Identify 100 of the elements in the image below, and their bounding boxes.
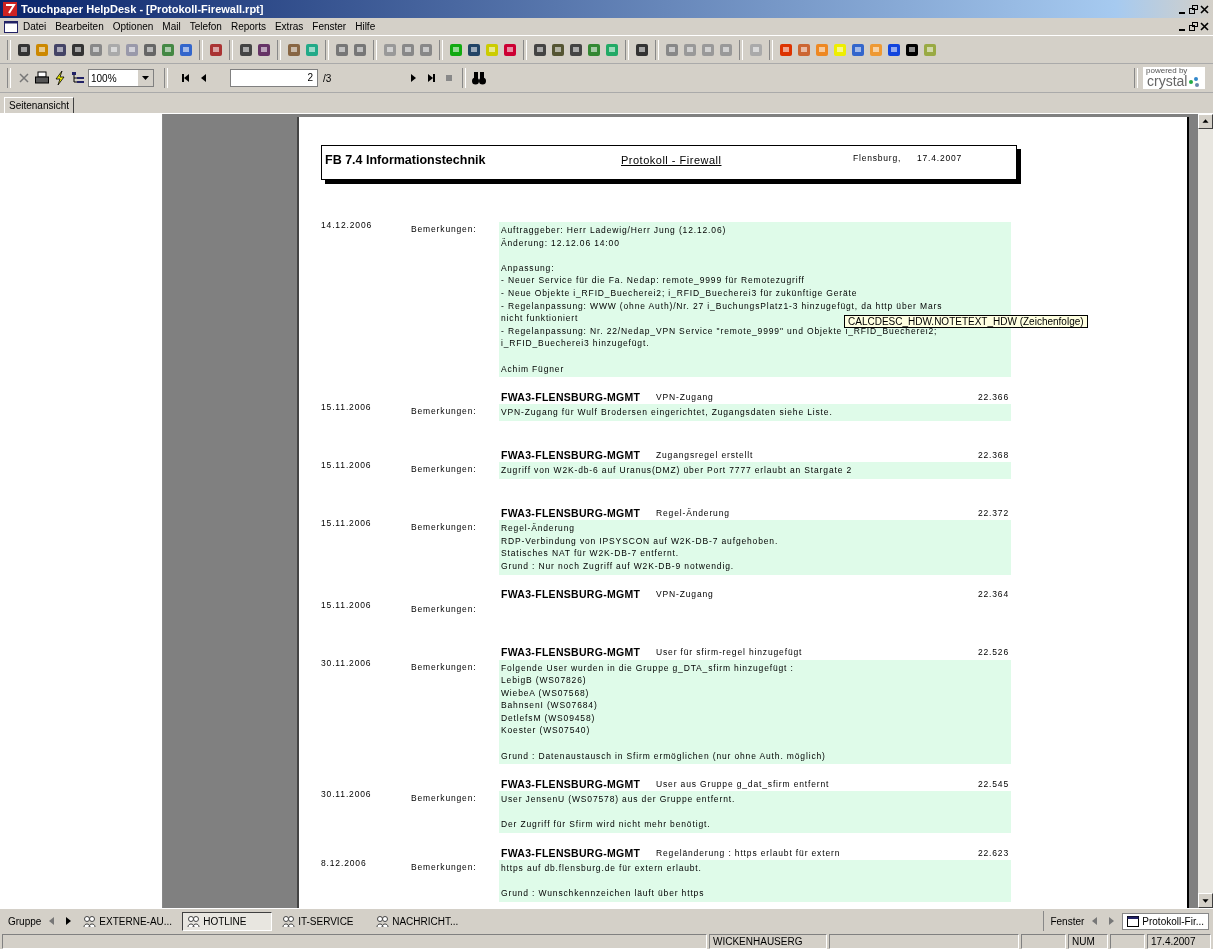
remarks-line: - Regelanpassung: Nr. 22/Nedap_VPN Service "remote_9999" und Objekte i_RFID_Buecherei2; [501,325,938,338]
field-tooltip: CALCDESC_HDW.NOTETEXT_HDW (Zeichenfolge) [844,315,1088,328]
remarks-line: Achim Fügner [501,362,565,376]
remarks-line: Statisches NAT für W2K-DB-7 entfernt. [501,547,680,560]
window-label: Fenster [1050,915,1085,927]
remarks-line: RDP-Verbindung von IPSYSCON auf W2K-DB-7 aufgehoben. [501,534,779,548]
remarks-line: Auftraggeber: Herr Ladewig/Herr Jung (12.12.06) [501,224,727,237]
report-date: 17.4.2007 [917,153,963,163]
entry-number: 22.545 [977,778,1009,789]
group-tab[interactable]: HOTLINE [182,911,273,931]
entry-date: 15.11.2006 [321,599,373,610]
remarks-line: https auf db.flensburg.de für extern erlaubt. [501,862,702,875]
group-tab[interactable]: NACHRICHT... [372,912,463,930]
entry-date: 15.11.2006 [321,518,373,529]
entry-date: 15.11.2006 [321,460,373,471]
menu-item[interactable]: Datei [19,21,51,32]
remarks-label: Bemerkungen: [411,862,478,873]
app-icon [3,2,17,16]
close-icon[interactable] [1200,22,1209,31]
report-place: Flensburg, [853,153,903,163]
remarks-line: Änderung: 12.12.06 14:00 [501,236,620,250]
host-name: FWA3-FLENSBURG-MGMT [501,846,642,859]
tool-icon[interactable] [532,41,548,58]
scroll-down-icon[interactable] [1198,893,1213,908]
people-icon [83,914,97,928]
binoculars-icon[interactable] [471,70,487,86]
restore-icon[interactable] [1189,22,1198,31]
entry-number: 22.366 [977,391,1009,402]
group-tab[interactable]: IT-SERVICE [278,912,367,930]
restore-icon[interactable] [1189,4,1198,14]
page-count: /3 [322,72,333,84]
tool-icon[interactable] [466,41,482,58]
lightning-icon[interactable] [52,70,68,86]
status-user: WICKENHAUSERG [709,934,827,949]
printer-icon[interactable] [34,70,50,86]
crystal-logo: powered by crystal [1143,67,1205,89]
entry-date: 15.11.2006 [321,402,373,413]
tree-icon[interactable] [70,70,86,86]
tool-icon[interactable] [52,41,68,58]
menu-item[interactable]: Hilfe [351,21,380,32]
zoom-dropdown[interactable]: 100% [88,69,154,87]
remarks-line: Grund : Datenaustausch in Sfirm ermöglichen (nur ohne Auth. möglich) [501,749,826,763]
view-tab[interactable]: Seitenansicht [4,97,75,113]
remarks-line: Anpassung: [501,261,555,275]
scroll-up-icon[interactable] [1198,114,1213,129]
tool-icon[interactable] [568,41,584,58]
entry-date: 8.12.2006 [321,858,368,869]
tool-icon[interactable] [70,41,86,58]
menu-item[interactable]: Extras [270,21,308,32]
report-title: Protokoll - Firewall [621,153,723,166]
remarks-line: - Neue Objekte i_RFID_Buecherei2; i_RFID_Buecherei3 für zukünftige Geräte [501,286,858,300]
entry-number: 22.364 [977,589,1009,599]
group-tab[interactable]: EXTERNE-AU... [79,912,177,930]
entry-topic: VPN-Zugang [656,589,715,599]
remarks-label: Bemerkungen: [411,793,478,804]
remarks-line: DetlefsM (WS09458) [501,711,596,725]
remarks-line: i_RFID_Buecherei3 hinzugefügt. [501,337,650,350]
group-label: Gruppe [8,915,42,927]
entry-topic: User für sfirm-regel hinzugefügt [656,647,804,657]
host-name: FWA3-FLENSBURG-MGMT [501,448,642,461]
window-icon [1127,915,1140,927]
entry-topic: VPN-Zugang [656,391,715,402]
caret-icon [142,76,149,80]
entry-date: 30.11.2006 [321,657,373,668]
remarks-line: Grund : Nur noch Zugriff auf W2K-DB-9 notwendig. [501,559,734,573]
entry-topic: Regel-Änderung [656,507,731,518]
entry-number: 22.623 [977,847,1009,858]
window-tab[interactable]: Protokoll-Fir... [1122,912,1209,930]
tool-icon[interactable] [904,41,920,58]
remarks-label: Bemerkungen: [411,224,478,234]
remarks-line: LebigB (WS07826) [501,674,587,687]
remarks-label: Bemerkungen: [411,661,478,672]
menu-item[interactable]: Reports [226,21,270,32]
tool-icon[interactable] [634,41,650,58]
remarks-line: VPN-Zugang für Wulf Brodersen eingerichtet, Zugangsdaten siehe Liste. [501,406,833,419]
host-name: FWA3-FLENSBURG-MGMT [501,646,642,658]
entry-number: 22.372 [977,507,1009,518]
menu-item[interactable]: Telefon [185,21,226,32]
remarks-line: Regel-Änderung [501,522,575,535]
remarks-line: Grund : Wunschkennzeichen läuft über https [501,887,705,900]
entry-date: 30.11.2006 [321,789,373,800]
document-icon [4,20,18,33]
remarks-line: WiebeA (WS07568) [501,686,590,700]
menu-item[interactable]: Bearbeiten [51,21,108,32]
remarks-line: Der Zugriff für Sfirm wird nicht mehr benötigt. [501,818,711,832]
remarks-line: Folgende User wurden in die Gruppe g_DTA_sfirm hinzugefügt : [501,661,794,675]
remarks-line: - Neuer Service für die Fa. Nedap: remote_9999 für Remotezugriff [501,274,805,287]
menu-item[interactable]: Mail [158,21,185,32]
people-icon [376,914,390,928]
remarks-line: BahnsenI (WS07684) [501,699,598,712]
tool-icon[interactable] [238,41,254,58]
tool-icon[interactable] [256,41,272,58]
vertical-scrollbar[interactable] [1198,114,1213,908]
menu-item[interactable]: Fenster [308,21,351,32]
tool-icon[interactable] [16,41,32,58]
menu-item[interactable]: Optionen [108,21,158,32]
entry-topic: Regeländerung : https erlaubt für extern [656,847,842,858]
close-icon[interactable] [1200,4,1209,14]
page-number-field[interactable]: 2 [230,69,318,87]
status-date: 17.4.2007 [1147,934,1211,949]
